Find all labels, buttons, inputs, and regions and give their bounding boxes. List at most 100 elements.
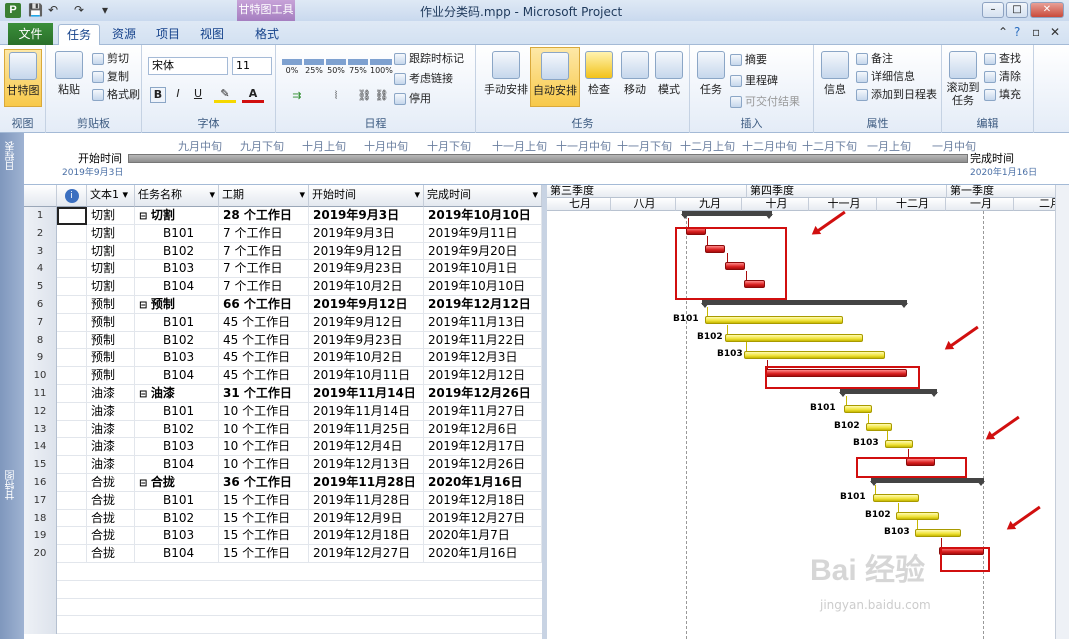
start-cell[interactable]: 2019年11月14日 <box>309 385 424 403</box>
start-cell[interactable]: 2019年9月12日 <box>309 242 424 261</box>
duration-cell[interactable]: 15 个工作日 <box>219 545 309 563</box>
indicator-cell[interactable] <box>57 260 87 279</box>
task-bar[interactable] <box>744 351 885 360</box>
tab-file[interactable]: 文件 <box>8 23 53 45</box>
task-name-cell[interactable]: B103 <box>135 260 219 279</box>
start-cell[interactable]: 2019年12月27日 <box>309 545 424 563</box>
duration-cell[interactable]: 7 个工作日 <box>219 224 309 243</box>
task-name-cell[interactable]: B103 <box>135 349 219 368</box>
clear-button[interactable]: 清除 <box>984 68 1021 84</box>
text1-cell[interactable]: 预制 <box>87 349 135 368</box>
text1-cell[interactable]: 切割 <box>87 242 135 261</box>
dropdown-arrow-icon[interactable]: ▾ <box>532 185 538 205</box>
text1-cell[interactable]: 合拢 <box>87 474 135 492</box>
text1-cell[interactable]: 合拢 <box>87 527 135 546</box>
table-row[interactable]: 10 预制 B104 45 个工作日 2019年10月11日 2019年12月12日 <box>24 367 542 385</box>
duration-cell[interactable]: 10 个工作日 <box>219 456 309 474</box>
table-row[interactable]: 8 预制 B102 45 个工作日 2019年9月23日 2019年11月22日 <box>24 331 542 350</box>
task-bar[interactable] <box>844 404 872 413</box>
task-name-cell[interactable]: B101 <box>135 224 219 243</box>
close-doc-icon[interactable]: ✕ <box>1050 25 1060 39</box>
respect-links-button[interactable]: 考虑链接 <box>394 70 453 86</box>
summary-bar[interactable] <box>701 300 908 308</box>
auto-schedule-button[interactable]: 自动安排 <box>530 47 580 107</box>
format-painter-button[interactable]: 格式刷 <box>92 86 140 102</box>
duration-cell[interactable]: 45 个工作日 <box>219 331 309 350</box>
table-row[interactable]: 18 合拢 B102 15 个工作日 2019年12月9日 2019年12月27日 <box>24 509 542 528</box>
text1-cell[interactable]: 油漆 <box>87 420 135 439</box>
text1-cell[interactable]: 切割 <box>87 260 135 279</box>
task-name-cell[interactable]: B102 <box>135 420 219 439</box>
summary-bar[interactable] <box>681 211 773 219</box>
task-name-cell[interactable]: B104 <box>135 456 219 474</box>
pct-75-button[interactable]: 75% <box>348 59 368 75</box>
row-number[interactable]: 9 <box>24 349 57 368</box>
indicator-cell[interactable] <box>57 331 87 350</box>
font-name-select[interactable]: 宋体 <box>148 57 228 75</box>
milestone-button[interactable]: 里程碑 <box>730 72 778 88</box>
finish-cell[interactable]: 2019年12月12日 <box>424 296 542 314</box>
text1-cell[interactable]: 合拢 <box>87 509 135 528</box>
task-name-cell[interactable]: B104 <box>135 278 219 296</box>
duration-cell[interactable]: 15 个工作日 <box>219 509 309 528</box>
text1-cell[interactable]: 油漆 <box>87 438 135 457</box>
dropdown-arrow-icon[interactable]: ▾ <box>414 185 420 205</box>
empty-row[interactable] <box>24 563 542 581</box>
task-bar[interactable] <box>915 529 961 538</box>
duration-cell[interactable]: 10 个工作日 <box>219 402 309 421</box>
text1-column-header[interactable]: 文本1 ▾ <box>87 185 135 207</box>
start-cell[interactable]: 2019年10月2日 <box>309 278 424 296</box>
paste-button[interactable]: 粘贴 <box>54 51 84 97</box>
indicator-cell[interactable] <box>57 474 87 492</box>
text1-cell[interactable]: 预制 <box>87 367 135 385</box>
row-number[interactable] <box>24 616 57 635</box>
start-cell[interactable]: 2019年12月9日 <box>309 509 424 528</box>
text1-cell[interactable]: 油漆 <box>87 456 135 474</box>
start-cell[interactable]: 2019年9月23日 <box>309 260 424 279</box>
indicator-cell[interactable] <box>57 545 87 563</box>
indicator-cell[interactable] <box>57 278 87 296</box>
maximize-button[interactable]: □ <box>1006 2 1028 18</box>
task-bar[interactable] <box>866 422 892 431</box>
undo-icon[interactable]: ↶ <box>48 3 58 17</box>
dropdown-arrow-icon[interactable]: ▾ <box>209 185 215 205</box>
indicator-cell[interactable] <box>57 456 87 474</box>
tab-resource[interactable]: 资源 <box>106 24 142 45</box>
indicator-cell[interactable] <box>57 242 87 261</box>
table-row[interactable]: 11 油漆 ⊟ 油漆 31 个工作日 2019年11月14日 2019年12月26日 <box>24 385 542 403</box>
task-name-cell[interactable]: B101 <box>135 491 219 510</box>
start-cell[interactable]: 2019年9月12日 <box>309 313 424 332</box>
finish-cell[interactable]: 2019年12月6日 <box>424 420 542 439</box>
finish-cell[interactable]: 2019年9月20日 <box>424 242 542 261</box>
indicator-cell[interactable] <box>57 385 87 403</box>
task-name-cell[interactable]: B102 <box>135 509 219 528</box>
table-row[interactable]: 6 预制 ⊟ 预制 66 个工作日 2019年9月12日 2019年12月12日 <box>24 296 542 314</box>
task-name-cell[interactable]: ⊟ 预制 <box>135 296 219 314</box>
gantt-chart[interactable]: 第三季度 第四季度 第一季度 七月 八月 九月 十月 十一月 十二月 一月 二月 B101 B102 B… <box>547 185 1069 639</box>
row-number[interactable]: 14 <box>24 438 57 457</box>
redo-icon[interactable]: ↷ <box>74 3 84 17</box>
empty-row[interactable] <box>24 580 542 599</box>
row-number[interactable] <box>24 580 57 599</box>
table-row[interactable]: 13 油漆 B102 10 个工作日 2019年11月25日 2019年12月6日 <box>24 420 542 439</box>
tab-project[interactable]: 项目 <box>150 24 186 45</box>
start-cell[interactable]: 2019年12月4日 <box>309 438 424 457</box>
indicator-cell[interactable] <box>57 420 87 439</box>
summary-bar[interactable] <box>839 389 938 397</box>
finish-cell[interactable]: 2019年11月13日 <box>424 313 542 332</box>
indicator-cell[interactable] <box>57 367 87 385</box>
summary-bar[interactable] <box>870 478 985 486</box>
task-name-cell[interactable]: ⊟ 油漆 <box>135 385 219 403</box>
start-cell[interactable]: 2019年9月12日 <box>309 296 424 314</box>
task-name-cell[interactable]: B104 <box>135 545 219 563</box>
task-name-cell[interactable]: B102 <box>135 242 219 261</box>
table-row[interactable]: 17 合拢 B101 15 个工作日 2019年11月28日 2019年12月18日 <box>24 491 542 510</box>
start-column-header[interactable]: 开始时间 ▾ <box>309 185 424 207</box>
row-number[interactable]: 10 <box>24 367 57 385</box>
inspect-button[interactable]: 检查 <box>582 51 616 97</box>
row-number[interactable]: 15 <box>24 456 57 474</box>
tab-format[interactable]: 格式 <box>244 24 290 45</box>
restore-icon[interactable]: ▫ <box>1032 25 1040 39</box>
dropdown-arrow-icon[interactable]: ▾ <box>299 185 305 205</box>
start-cell[interactable]: 2019年11月28日 <box>309 491 424 510</box>
